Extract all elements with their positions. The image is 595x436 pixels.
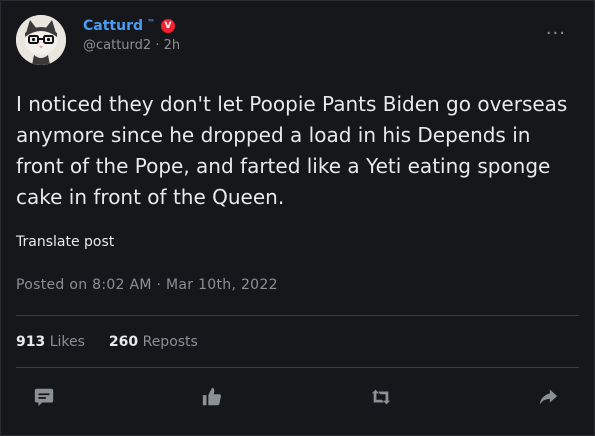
author-display-name[interactable]: Catturd: [83, 18, 143, 34]
verified-badge-icon: V: [161, 19, 175, 33]
meta-separator: ·: [155, 38, 160, 53]
likes-label: Likes: [49, 334, 85, 350]
posted-on-timestamp: Posted on 8:02 AM · Mar 10th, 2022: [16, 277, 278, 293]
likes-count: 913: [16, 334, 46, 350]
divider: [16, 315, 579, 316]
share-icon[interactable]: [537, 386, 561, 410]
reply-icon[interactable]: [33, 386, 57, 410]
divider: [16, 367, 579, 368]
author-name-row: Catturd ™ V: [83, 18, 180, 34]
action-bar: [1, 386, 595, 410]
reposts-label: Reposts: [142, 334, 198, 350]
post-card: Catturd ™ V @catturd2 · 2h ··· I noticed…: [0, 0, 595, 436]
more-icon[interactable]: ···: [546, 25, 566, 43]
translate-post-link[interactable]: Translate post: [16, 234, 114, 250]
post-age[interactable]: 2h: [164, 38, 181, 53]
trademark-symbol: ™: [147, 17, 155, 27]
reposts-count: 260: [108, 334, 139, 350]
author-meta-row: @catturd2 · 2h: [83, 38, 180, 53]
author-block: Catturd ™ V @catturd2 · 2h: [83, 18, 180, 54]
repost-icon[interactable]: [370, 386, 394, 410]
engagement-stats: 913 Likes 260 Reposts: [16, 334, 198, 350]
reposts-stat[interactable]: 260 Reposts: [109, 334, 198, 350]
likes-stat[interactable]: 913 Likes: [16, 334, 85, 350]
author-handle[interactable]: @catturd2: [83, 38, 151, 53]
cat-avatar-icon: [16, 15, 66, 65]
post-text: I noticed they don't let Poopie Pants Bi…: [16, 92, 568, 209]
avatar[interactable]: [16, 15, 66, 65]
like-icon[interactable]: [201, 386, 225, 410]
